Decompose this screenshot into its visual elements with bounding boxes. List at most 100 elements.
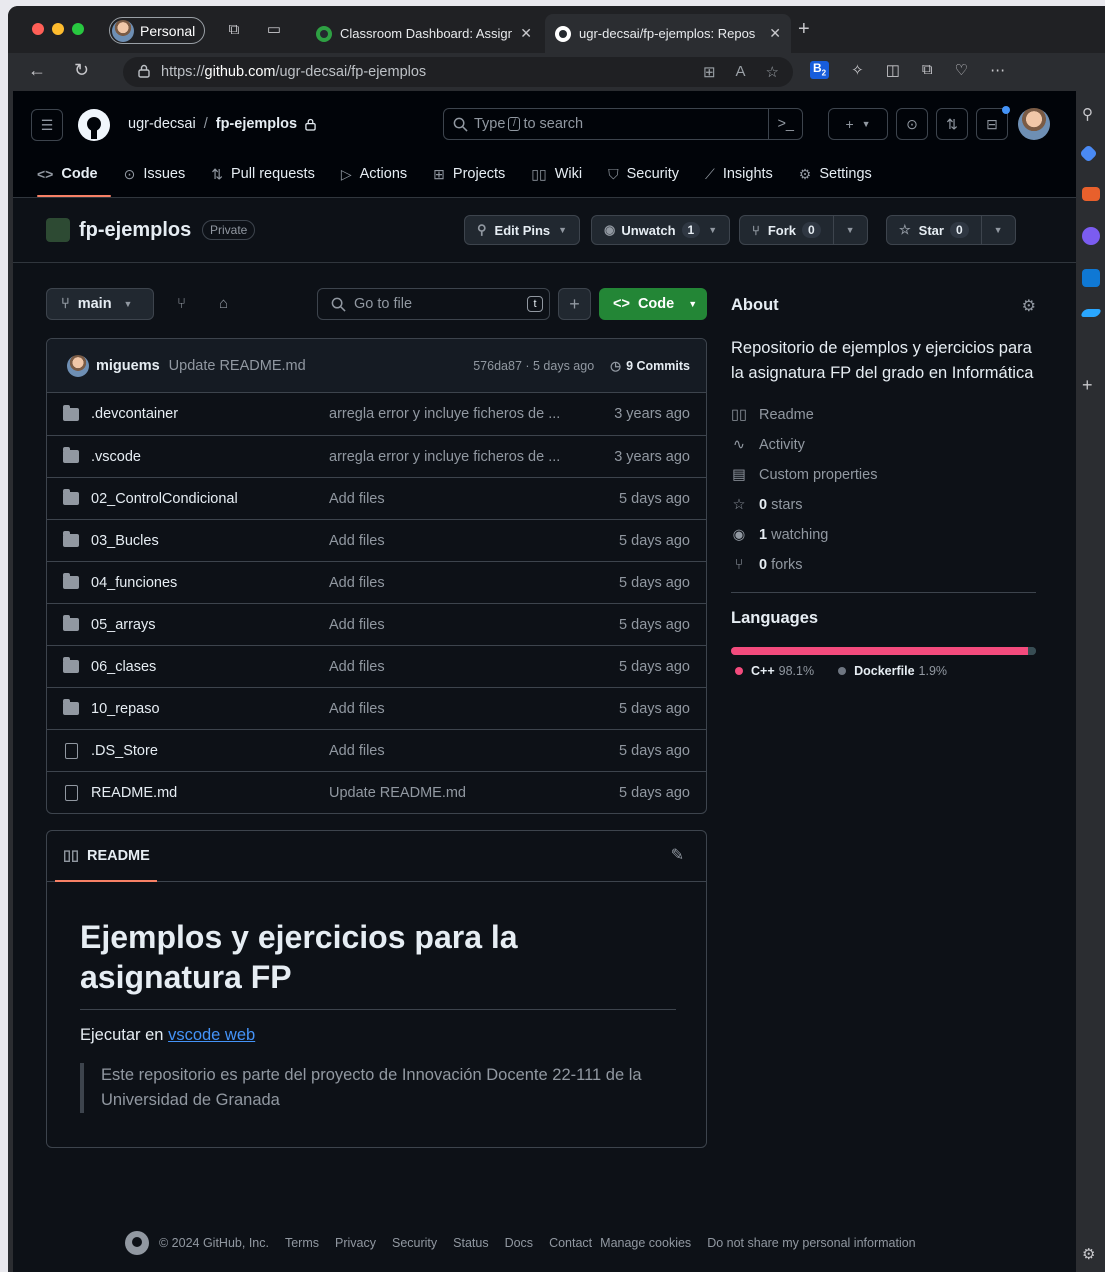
unwatch-button[interactable]: ◉ Unwatch 1 ▼ [591,215,731,245]
language-legend-item[interactable]: Dockerfile 1.9% [838,664,947,678]
tab-wiki[interactable]: ▯▯ Wiki [531,163,582,185]
app-available-icon[interactable]: ⊞ [703,63,716,81]
about-item[interactable]: ⑂ 0 forks [731,550,1036,580]
about-item[interactable]: ▯▯ Readme [731,400,1036,430]
github-logo-icon[interactable] [125,1231,149,1255]
add-sidebar-app-icon[interactable]: + [1082,375,1100,395]
file-commit-message[interactable]: Update README.md [329,785,619,801]
copilot-icon[interactable] [1082,227,1100,245]
table-row[interactable]: 05_arrays Add files 5 days ago [47,603,706,645]
go-to-file-input[interactable]: Go to file t [317,288,550,320]
tab-security[interactable]: ⛉ Security [608,163,679,185]
footer-link[interactable]: Status [453,1236,488,1250]
address-bar[interactable]: https://github.com/ugr-decsai/fp-ejemplo… [123,57,793,87]
branches-icon[interactable]: ⑂ [177,295,186,312]
file-commit-message[interactable]: Add files [329,743,619,759]
footer-link[interactable]: Manage cookies [600,1236,691,1250]
tab-issues[interactable]: ⊙ Issues [124,163,186,185]
commit-author[interactable]: miguems [96,358,160,374]
owner-link[interactable]: ugr-decsai [128,116,196,132]
favorite-star-icon[interactable]: ☆ [766,63,779,81]
vscode-web-link[interactable]: vscode web [168,1026,255,1044]
footer-link[interactable]: Terms [285,1236,319,1250]
language-legend-item[interactable]: C++ 98.1% [735,664,814,678]
minimize-window-button[interactable] [52,23,64,35]
fork-dropdown-button[interactable]: ▼ [834,216,867,244]
send-icon[interactable] [1079,309,1103,317]
table-row[interactable]: README.md Update README.md 5 days ago [47,771,706,813]
edit-pencil-icon[interactable]: ✎ [671,845,684,865]
tab-pull-requests[interactable]: ⇅ Pull requests [211,163,315,185]
add-file-button[interactable]: + [558,288,591,320]
tab-code[interactable]: <> Code [37,163,98,185]
file-commit-message[interactable]: arregla error y incluye ficheros de ... [329,406,614,422]
about-item[interactable]: ▤ Custom properties [731,460,1036,490]
file-commit-message[interactable]: Add files [329,491,619,507]
footer-link[interactable]: Privacy [335,1236,376,1250]
shopping-tag-icon[interactable] [1079,144,1098,163]
footer-link[interactable]: Do not share my personal information [707,1236,915,1250]
commit-sha-time[interactable]: 576da87 · 5 days ago [473,359,594,373]
browser-tab-classroom[interactable]: Classroom Dashboard: Assignm ✕ [306,14,542,53]
file-name[interactable]: 06_clases [91,659,329,675]
issues-icon[interactable]: ⊙ [896,108,928,140]
inbox-icon[interactable]: ⊟ [976,106,1010,140]
file-name[interactable]: .DS_Store [91,743,329,759]
file-name[interactable]: 10_repaso [91,701,329,717]
pull-requests-icon[interactable]: ⇅ [936,108,968,140]
footer-link[interactable]: Contact [549,1236,592,1250]
tab-actions-icon[interactable]: ▭ [264,20,284,40]
tab-projects[interactable]: ⊞ Projects [433,163,505,185]
close-window-button[interactable] [32,23,44,35]
code-dropdown-button[interactable]: <> Code ▼ [599,288,707,320]
workspaces-icon[interactable]: ⧉ [224,20,244,40]
footer-link[interactable]: Security [392,1236,437,1250]
file-commit-message[interactable]: Add files [329,617,619,633]
profile-button[interactable]: Personal [109,17,206,44]
about-item[interactable]: ☆ 0 stars [731,490,1036,520]
split-screen-icon[interactable]: ◫ [886,61,900,79]
about-item[interactable]: ◉ 1 watching [731,520,1036,550]
about-item[interactable]: ∿ Activity [731,430,1036,460]
gear-icon[interactable]: ⚙ [1082,1245,1100,1263]
file-name[interactable]: 02_ControlCondicional [91,491,329,507]
browser-tab-repo[interactable]: ugr-decsai/fp-ejemplos: Repos ✕ [545,14,791,53]
table-row[interactable]: 04_funciones Add files 5 days ago [47,561,706,603]
browser-essentials-icon[interactable]: ♡ [955,61,968,79]
maximize-window-button[interactable] [72,23,84,35]
user-avatar[interactable] [1018,108,1050,140]
file-name[interactable]: 03_Bucles [91,533,329,549]
edit-pins-button[interactable]: ⚲ Edit Pins ▼ [464,215,581,245]
hamburger-menu-icon[interactable]: ☰ [31,109,63,141]
file-name[interactable]: README.md [91,785,329,801]
new-tab-icon[interactable]: + [798,18,810,41]
tab-insights[interactable]: ⟋ Insights [705,163,773,185]
create-new-button[interactable]: + ▼ [828,108,888,140]
table-row[interactable]: .devcontainer arregla error y incluye fic… [47,393,706,435]
commit-message[interactable]: Update README.md [169,358,474,374]
outlook-icon[interactable] [1082,269,1100,287]
file-commit-message[interactable]: arregla error y incluye ficheros de ... [329,449,614,465]
file-commit-message[interactable]: Add files [329,533,619,549]
commit-author-avatar[interactable] [67,354,89,377]
global-search-input[interactable]: Type / to search >_ [443,108,803,140]
table-row[interactable]: 06_clases Add files 5 days ago [47,645,706,687]
footer-link[interactable]: Docs [505,1236,533,1250]
file-name[interactable]: 04_funciones [91,575,329,591]
gear-icon[interactable]: ⚙ [1022,296,1036,316]
tags-icon[interactable]: ⌂ [219,295,228,312]
file-commit-message[interactable]: Add files [329,659,619,675]
extensions-icon[interactable]: ✧ [851,61,864,79]
table-row[interactable]: .vscode arregla error y incluye ficheros … [47,435,706,477]
read-aloud-icon[interactable]: A [736,63,746,81]
search-icon[interactable]: ⚲ [1082,105,1100,123]
tools-icon[interactable] [1082,187,1100,201]
tab-actions[interactable]: ▷ Actions [341,163,407,185]
branch-selector[interactable]: ⑂ main ▼ [46,288,154,320]
fork-button[interactable]: ⑂ Fork 0 [740,216,833,244]
refresh-icon[interactable]: ↻ [74,60,89,81]
github-logo-icon[interactable] [78,109,110,141]
file-name[interactable]: .devcontainer [91,406,329,422]
table-row[interactable]: 02_ControlCondicional Add files 5 days ago [47,477,706,519]
file-name[interactable]: .vscode [91,449,329,465]
